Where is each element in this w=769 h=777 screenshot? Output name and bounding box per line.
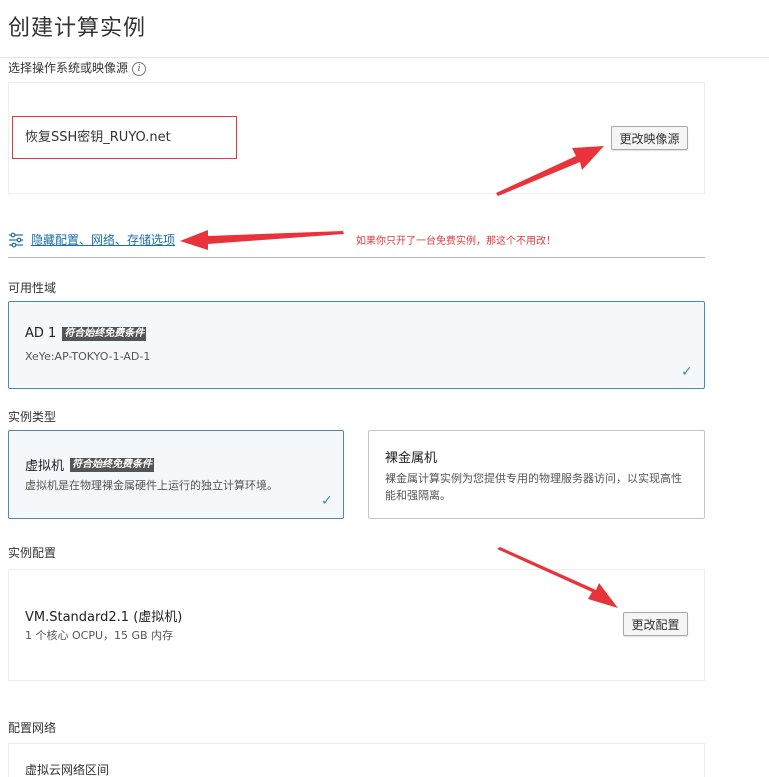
ad-card-title-row: AD 1 符合始终免费条件: [25, 326, 147, 341]
network-panel: 虚拟云网络区间: [8, 743, 705, 777]
vm-card-title-row: 虚拟机 符合始终免费条件: [25, 455, 155, 474]
always-free-tag: 符合始终免费条件: [62, 326, 147, 341]
advanced-divider: [8, 257, 705, 258]
advanced-options-toggle[interactable]: 隐藏配置、网络、存储选项: [8, 231, 175, 248]
annotation-note: 如果你只开了一台免费实例，那这个不用改！: [356, 236, 556, 247]
vcn-compartment-label: 虚拟云网络区间: [25, 763, 110, 777]
instance-config-label: 实例配置: [8, 546, 57, 560]
selected-image-name: 恢复SSH密钥_RUYO.net: [12, 116, 237, 159]
instance-config-panel: VM.Standard2.1 (虚拟机) 1 个核心 OCPU，15 GB 内存: [8, 569, 705, 681]
vm-card-title: 虚拟机: [25, 459, 65, 474]
title-divider: [0, 57, 769, 58]
network-label: 配置网络: [8, 721, 57, 735]
shape-name: VM.Standard2.1 (虚拟机): [25, 610, 183, 625]
bare-metal-card-description: 裸金属计算实例为您提供专用的物理服务器访问，以实现高性能和强隔离。: [385, 472, 682, 502]
vm-card-description: 虚拟机是在物理裸金属硬件上运行的独立计算环境。: [25, 479, 278, 492]
check-icon: ✓: [681, 364, 693, 380]
always-free-tag: 符合始终免费条件: [70, 457, 155, 472]
check-icon: ✓: [321, 493, 333, 509]
change-shape-button[interactable]: 更改配置: [623, 612, 688, 636]
arrow-to-advanced-link: [180, 230, 344, 250]
instance-type-bare-metal-card[interactable]: 裸金属机 裸金属计算实例为您提供专用的物理服务器访问，以实现高性能和强隔离。: [368, 430, 705, 519]
ad-card-subtitle: XeYe:AP-TOKYO-1-AD-1: [25, 350, 151, 363]
ad-card-title: AD 1: [25, 326, 57, 341]
availability-domain-card[interactable]: AD 1 符合始终免费条件 XeYe:AP-TOKYO-1-AD-1 ✓: [8, 301, 705, 389]
advanced-options-link[interactable]: 隐藏配置、网络、存储选项: [31, 231, 175, 248]
shape-spec: 1 个核心 OCPU，15 GB 内存: [25, 629, 174, 642]
image-source-label: 选择操作系统或映像源 i: [8, 59, 147, 76]
change-image-button[interactable]: 更改映像源: [611, 126, 688, 150]
sliders-icon: [9, 232, 23, 247]
page-title: 创建计算实例: [8, 16, 147, 41]
availability-domain-label: 可用性域: [8, 281, 57, 295]
image-source-label-text: 选择操作系统或映像源: [8, 61, 129, 75]
instance-type-vm-card[interactable]: 虚拟机 符合始终免费条件 虚拟机是在物理裸金属硬件上运行的独立计算环境。 ✓: [8, 430, 344, 519]
info-icon[interactable]: i: [132, 61, 147, 76]
instance-type-label: 实例类型: [8, 410, 57, 424]
bare-metal-card-title: 裸金属机: [385, 451, 438, 466]
